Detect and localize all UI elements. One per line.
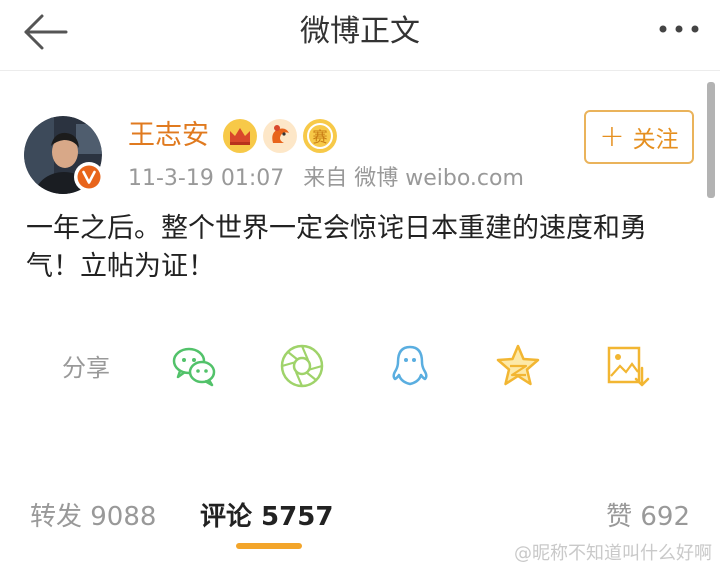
save-image-icon[interactable] [604, 342, 652, 390]
tab-forward[interactable]: 转发 9088 [30, 496, 156, 533]
watermark: @昵称不知道叫什么好啊 [514, 543, 712, 564]
plus-icon: + [599, 119, 625, 154]
follow-label: 关注 [632, 127, 679, 153]
wechat-icon[interactable] [170, 342, 218, 390]
active-tab-indicator [236, 543, 302, 549]
svg-text:赛: 赛 [312, 128, 327, 146]
author-name[interactable]: 王志安 [128, 116, 209, 156]
user-badges: 赛 [222, 118, 338, 154]
post-text: 一年之后。整个世界一定会惊诧日本重建的速度和勇气！立帖为证！ [26, 213, 647, 282]
verified-v-icon [74, 162, 104, 192]
qzone-icon[interactable] [494, 342, 542, 390]
share-row: 分享 [0, 338, 720, 398]
qq-icon[interactable] [386, 342, 434, 390]
page-title: 微博正文 [300, 14, 420, 49]
crown-icon[interactable] [222, 118, 258, 154]
more-dots-icon[interactable] [656, 14, 702, 44]
post-timestamp: 11-3-19 01:07 [128, 166, 285, 191]
top-bar: 微博正文 [0, 0, 720, 68]
moments-icon[interactable] [278, 342, 326, 390]
post-source: 来自 微博 weibo.com [303, 166, 524, 191]
sport-badge-icon[interactable]: 赛 [302, 118, 338, 154]
header-divider [0, 70, 720, 71]
rooster-icon[interactable] [262, 118, 298, 154]
scrollbar[interactable] [707, 82, 715, 198]
post-meta: 11-3-19 01:07 来自 微博 weibo.com [128, 162, 524, 196]
share-label: 分享 [62, 354, 110, 382]
follow-button[interactable]: + 关注 [584, 110, 694, 164]
tab-like[interactable]: 赞 692 [606, 496, 690, 533]
tab-comment[interactable]: 评论 5757 [200, 496, 333, 533]
stats-tabs: 转发 9088 评论 5757 赞 692 [0, 490, 720, 540]
